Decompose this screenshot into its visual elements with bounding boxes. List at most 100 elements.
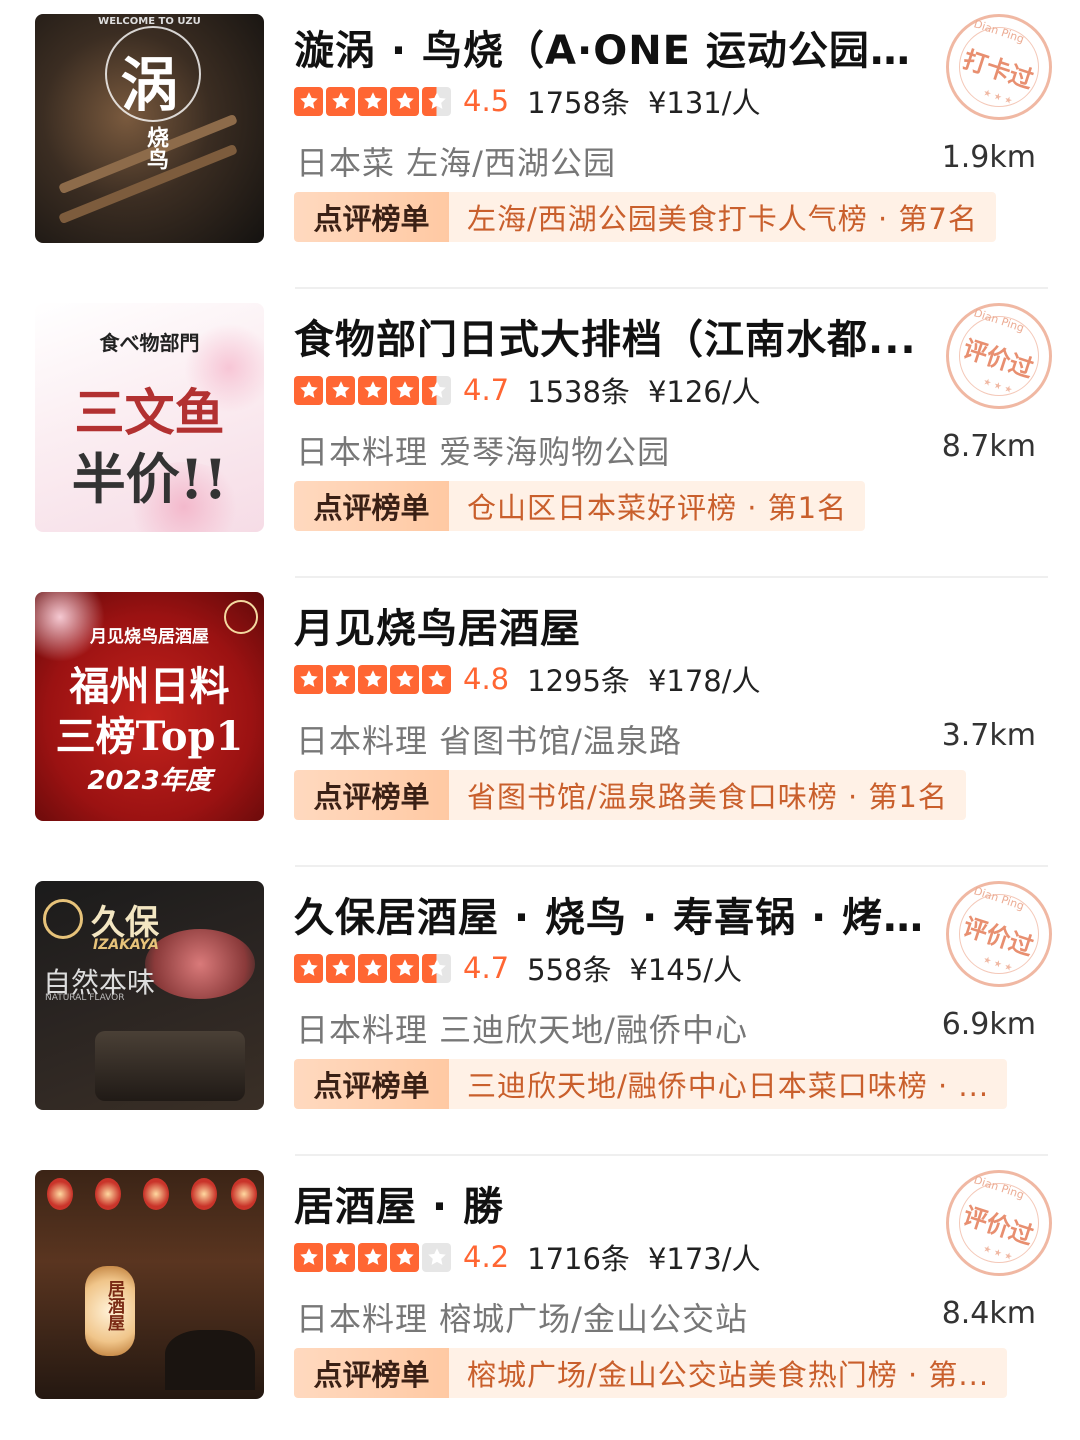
rating-score: 4.2	[463, 1240, 510, 1274]
restaurant-thumbnail[interactable]: 食べ物部門 三文鱼 半价!!	[35, 303, 264, 532]
restaurant-list: 涡 烧鸟 WELCOME TO UZU 漩涡 · 鸟烧（A·ONE 运动公园店）…	[0, 0, 1080, 1440]
rank-label: 点评榜单	[294, 192, 449, 242]
thumb-title: 居酒屋	[104, 1280, 124, 1331]
review-count: 1716条	[527, 1242, 630, 1276]
star-icon	[422, 375, 451, 405]
diners-silhouette	[165, 1330, 255, 1390]
star-rating	[294, 375, 451, 405]
reviewed-stamp-icon: Dian Ping 评价过 ★★★	[946, 1170, 1052, 1276]
rating-row: 4.7 1538条 ¥126/人	[294, 372, 761, 409]
rank-label: 点评榜单	[294, 481, 449, 531]
lantern-icon	[231, 1178, 257, 1210]
star-icon	[326, 375, 355, 405]
star-icon	[294, 953, 323, 983]
ranking-badge[interactable]: 点评榜单 左海/西湖公园美食打卡人气榜 · 第7名	[294, 192, 996, 242]
star-icon	[422, 1242, 451, 1272]
reviewed-stamp-icon: Dian Ping 评价过 ★★★	[946, 881, 1052, 987]
star-rating	[294, 1242, 451, 1272]
star-icon	[358, 86, 387, 116]
restaurant-card[interactable]: 久保 IZAKAYA 自然本味 NATURAL FLAVOR 久保居酒屋 · 烧…	[0, 867, 1080, 1156]
star-rating	[294, 86, 451, 116]
thumb-brand: 食べ物部門	[99, 331, 200, 355]
rank-text: 左海/西湖公园美食打卡人气榜 · 第7名	[449, 192, 996, 242]
ranking-badge[interactable]: 点评榜单 三迪欣天地/融侨中心日本菜口味榜 · ...	[294, 1059, 1008, 1109]
rank-text: 仓山区日本菜好评榜 · 第1名	[449, 481, 866, 531]
restaurant-name[interactable]: 久保居酒屋 · 烧鸟 · 寿喜锅 · 烤...	[294, 885, 924, 943]
lantern-icon	[143, 1178, 169, 1210]
category-area: 日本料理 省图书馆/温泉路	[296, 722, 682, 760]
ranking-badge[interactable]: 点评榜单 榕城广场/金山公交站美食热门榜 · 第...	[294, 1348, 1008, 1398]
lantern-icon	[95, 1178, 121, 1210]
distance: 8.7km	[941, 429, 1036, 464]
thumb-caption: NATURAL FLAVOR	[45, 993, 125, 1003]
restaurant-name[interactable]: 漩涡 · 鸟烧（A·ONE 运动公园店）	[294, 18, 924, 76]
rank-text-value: 榕城广场/金山公交站美食热门榜 · 第...	[467, 1358, 990, 1392]
average-price: ¥173/人	[647, 1242, 761, 1276]
rating-score: 4.5	[463, 84, 510, 118]
restaurant-name[interactable]: 食物部门日式大排档（江南水都...	[294, 307, 924, 365]
restaurant-thumbnail[interactable]: 月见烧鸟居酒屋 福州日料 三榜Top1 2023年度	[35, 592, 264, 821]
restaurant-name[interactable]: 居酒屋 · 勝	[294, 1174, 924, 1232]
star-icon	[422, 664, 451, 694]
rank-label: 点评榜单	[294, 1059, 449, 1109]
review-count: 558条	[527, 953, 612, 987]
rating-row: 4.2 1716条 ¥173/人	[294, 1239, 761, 1276]
thumb-subtitle: 烧鸟	[143, 126, 168, 170]
category-area: 日本菜 左海/西湖公园	[296, 144, 616, 182]
thumb-brand: 月见烧鸟居酒屋	[90, 627, 209, 647]
rank-text: 榕城广场/金山公交站美食热门榜 · 第...	[449, 1348, 1008, 1398]
review-count: 1538条	[527, 375, 630, 409]
distance: 3.7km	[941, 718, 1036, 753]
star-icon	[358, 664, 387, 694]
ranking-badge[interactable]: 点评榜单 仓山区日本菜好评榜 · 第1名	[294, 481, 866, 531]
rank-text-value: 省图书馆/温泉路美食口味榜 · 第1名	[467, 780, 948, 814]
rank-label: 点评榜单	[294, 770, 449, 820]
rank-text-value: 左海/西湖公园美食打卡人气榜 · 第7名	[467, 202, 978, 236]
average-price: ¥126/人	[647, 375, 761, 409]
star-icon	[294, 1242, 323, 1272]
star-icon	[422, 86, 451, 116]
star-icon	[294, 375, 323, 405]
rank-text: 省图书馆/温泉路美食口味榜 · 第1名	[449, 770, 966, 820]
lantern-icon	[47, 1178, 73, 1210]
review-count: 1758条	[527, 86, 630, 120]
star-icon	[390, 664, 419, 694]
rank-text-value: 三迪欣天地/融侨中心日本菜口味榜 · ...	[467, 1069, 990, 1103]
review-count: 1295条	[527, 664, 630, 698]
star-icon	[326, 86, 355, 116]
restaurant-card[interactable]: 月见烧鸟居酒屋 福州日料 三榜Top1 2023年度 月见烧鸟居酒屋 4.8 1…	[0, 578, 1080, 867]
restaurant-thumbnail[interactable]: 居酒屋	[35, 1170, 264, 1399]
distance: 8.4km	[941, 1296, 1036, 1331]
crest-icon	[43, 899, 83, 939]
distance: 6.9km	[941, 1007, 1036, 1042]
restaurant-name[interactable]: 月见烧鸟居酒屋	[294, 596, 924, 654]
restaurant-thumbnail[interactable]: 涡 烧鸟 WELCOME TO UZU	[35, 14, 264, 243]
star-icon	[390, 1242, 419, 1272]
rank-label: 点评榜单	[294, 1348, 449, 1398]
tableware-decoration	[95, 1031, 245, 1101]
rating-score: 4.7	[463, 373, 510, 407]
star-icon	[326, 953, 355, 983]
rating-score: 4.7	[463, 951, 510, 985]
distance: 1.9km	[941, 140, 1036, 175]
meat-plate-decoration	[145, 929, 255, 999]
rating-row: 4.7 558条 ¥145/人	[294, 950, 743, 987]
rating-score: 4.8	[463, 662, 510, 696]
restaurant-card[interactable]: 居酒屋 居酒屋 · 勝 4.2 1716条 ¥173/人 日本料理 榕城广场/金…	[0, 1156, 1080, 1440]
average-price: ¥131/人	[647, 86, 761, 120]
ranking-badge[interactable]: 点评榜单 省图书馆/温泉路美食口味榜 · 第1名	[294, 770, 966, 820]
thumb-subtitle: 半价!!	[71, 447, 228, 511]
thumb-caption: WELCOME TO UZU	[98, 16, 201, 27]
average-price: ¥178/人	[647, 664, 761, 698]
checked-in-stamp-icon: Dian Ping 打卡过 ★★★	[946, 14, 1052, 120]
average-price: ¥145/人	[629, 953, 743, 987]
restaurant-thumbnail[interactable]: 久保 IZAKAYA 自然本味 NATURAL FLAVOR	[35, 881, 264, 1110]
restaurant-card[interactable]: 食べ物部門 三文鱼 半价!! 食物部门日式大排档（江南水都... 4.7 153…	[0, 289, 1080, 578]
star-rating	[294, 953, 451, 983]
restaurant-card[interactable]: 涡 烧鸟 WELCOME TO UZU 漩涡 · 鸟烧（A·ONE 运动公园店）…	[0, 0, 1080, 289]
rank-text: 三迪欣天地/融侨中心日本菜口味榜 · ...	[449, 1059, 1008, 1109]
thumb-year: 2023年度	[87, 766, 212, 796]
star-icon	[390, 86, 419, 116]
star-icon	[390, 375, 419, 405]
star-icon	[326, 664, 355, 694]
